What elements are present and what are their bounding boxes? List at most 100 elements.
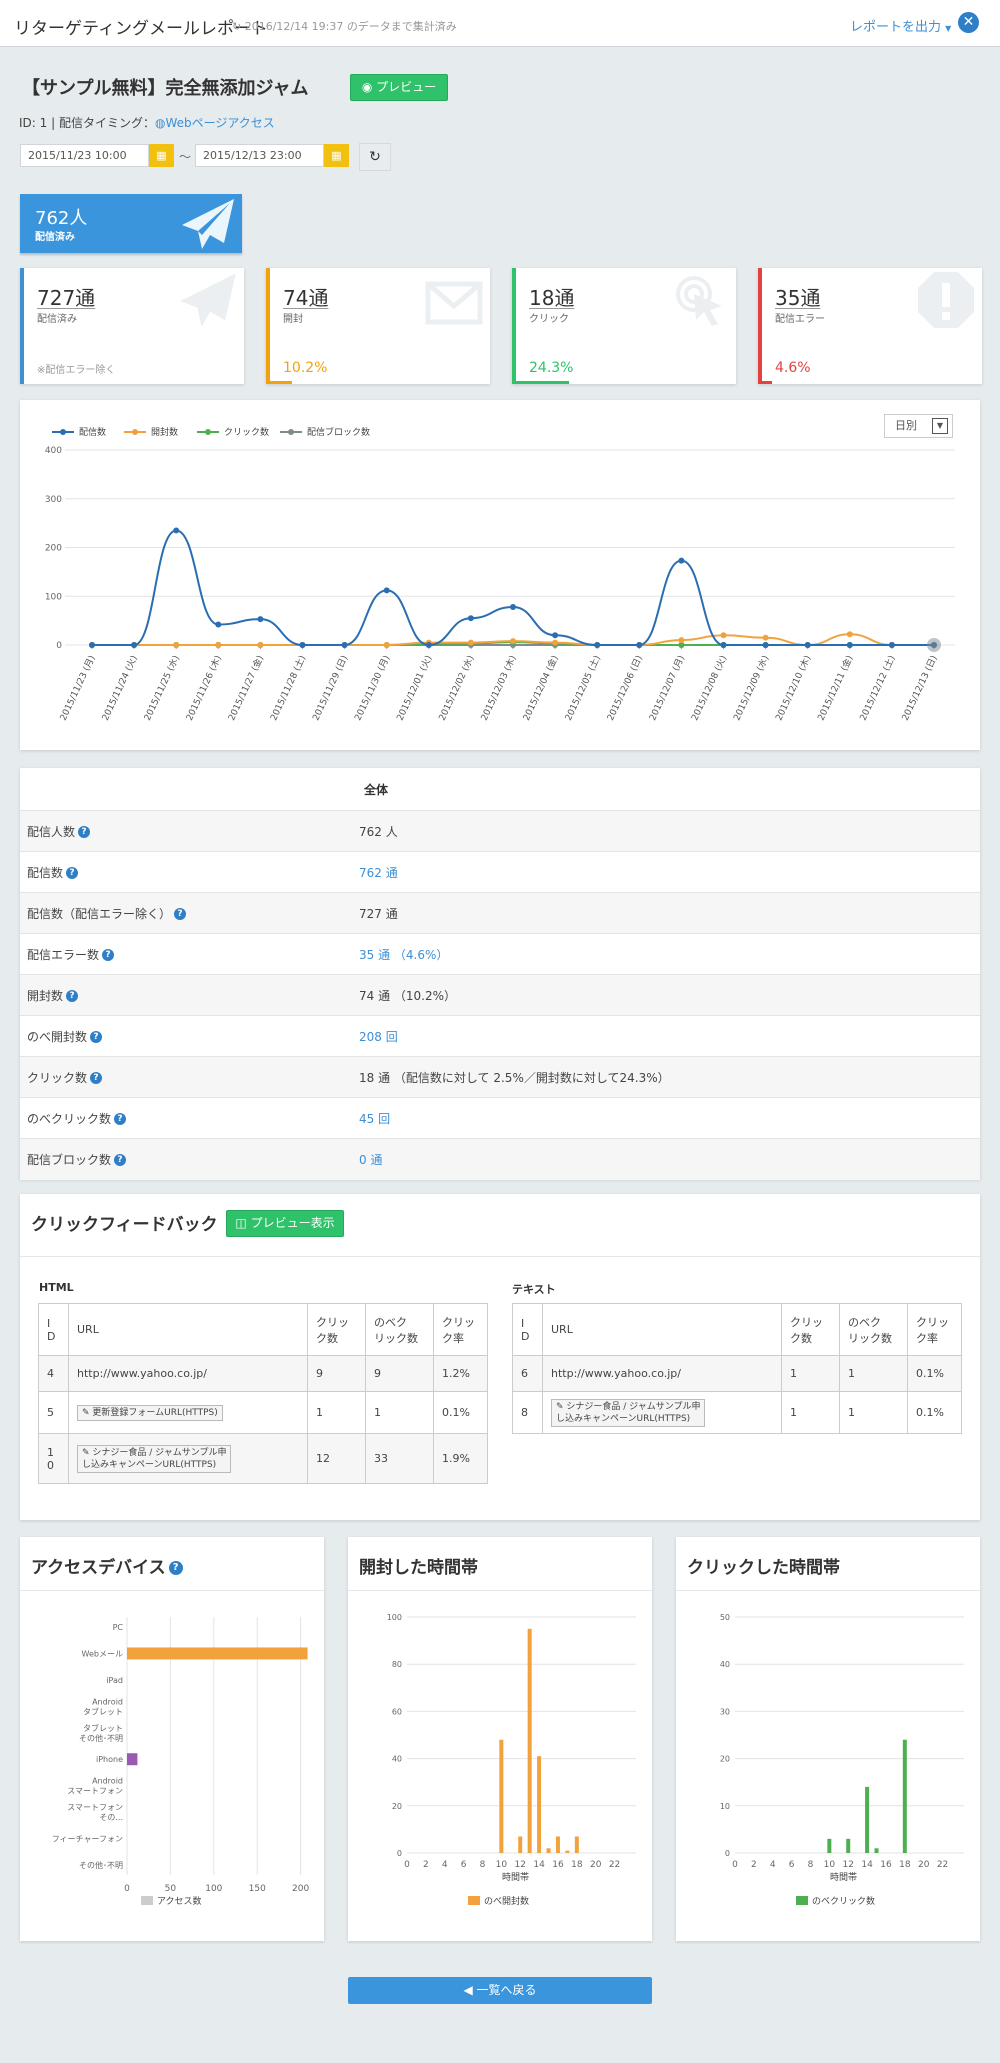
back-to-list-button[interactable]: ◀ 一覧へ戻る [348,1977,652,2004]
table-cell[interactable]: ✎ 更新登録フォームURL(HTTPS) [68,1391,308,1434]
x-tick-label: 2015/11/23 (月) [58,654,98,723]
table-cell[interactable]: ✎ シナジー食品 / ジャムサンプル申 し込みキャンペーンURL(HTTPS) [542,1391,782,1434]
x-tick-label: 2015/11/29 (日) [310,654,350,723]
stat-label: 配信エラー [775,314,825,325]
pencil-icon: ✎ [82,1447,93,1458]
summary-value[interactable]: 0 通 [359,1153,382,1167]
x-tick-label: 10 [496,1860,508,1870]
summary-card: 全体 配信人数? 762 人配信数? 762 通配信数（配信エラー除く）? 727 通… [20,768,980,1180]
bar [127,1647,308,1660]
summary-label-cell: 配信数? [20,851,359,893]
preview-button[interactable]: ◉ プレビュー [350,74,448,101]
timing-link[interactable]: ◍Webページアクセス [155,116,275,130]
help-icon[interactable]: ? [114,1113,127,1125]
stat-label: 開封 [283,314,303,325]
x-tick-label: 2 [423,1860,429,1870]
url-text: シナジー食品 / ジャムサンプル申 し込みキャンペーンURL(HTTPS) [82,1447,227,1470]
pencil-icon: ✎ [556,1401,567,1412]
legend-swatch [796,1896,808,1905]
y-tick-label: 0 [725,1849,730,1858]
date-from-input[interactable]: 2015/11/23 10:00 [20,144,149,167]
table-cell: http://www.yahoo.co.jp/ [542,1355,782,1392]
help-icon[interactable]: ? [78,826,91,838]
help-icon[interactable]: ? [90,1072,103,1084]
summary-value: 762 人 [359,824,398,839]
x-tick-label: 8 [808,1860,814,1870]
legend-label: 開封数 [151,426,178,438]
url-tag[interactable]: ✎ 更新登録フォームURL(HTTPS) [77,1404,223,1421]
y-tick-label: Webメール [82,1649,123,1658]
legend-marker [60,429,66,435]
data-point [888,642,895,648]
table-cell: 0.1% [907,1355,962,1392]
last-updated: ↻ 2016/12/14 19:37 のデータまで集計済み [232,18,457,34]
export-report-button[interactable]: レポートを出力 ▼ [850,16,951,35]
x-tick-label: 2 [751,1860,757,1870]
data-point [89,642,95,648]
help-icon[interactable]: ? [114,1154,127,1167]
data-point [173,527,180,534]
stat-value: 727通 [37,286,96,310]
x-tick-label: 8 [480,1860,486,1870]
y-tick-label: 50 [720,1613,730,1622]
x-tick-label: 20 [918,1860,930,1870]
bar [527,1628,532,1853]
table-cell: 5 [38,1391,69,1434]
preview-label: プレビュー [376,80,437,94]
x-tick-label: 12 [842,1860,853,1870]
help-icon[interactable]: ? [174,908,187,920]
table-row: 6 http://www.yahoo.co.jp/1 1 0.1% [512,1355,962,1392]
y-tick-label: 0 [56,641,62,651]
summary-row: のべ開封数? 208 回 [20,1015,980,1057]
data-point [720,642,727,648]
summary-label: 配信数 [27,865,64,880]
date-to-input[interactable]: 2015/12/13 23:00 [195,144,324,167]
url-tag[interactable]: ✎ シナジー食品 / ジャムサンプル申 し込みキャンペーンURL(HTTPS) [77,1444,232,1473]
summary-value[interactable]: 208 回 [359,1030,398,1044]
summary-label: 配信エラー数 [27,947,100,962]
table-cell: 1.2% [433,1355,488,1392]
calendar-icon[interactable]: ▦ [324,144,349,167]
table-cell: 1 0 [38,1433,69,1484]
help-icon[interactable]: ? [66,867,79,879]
summary-value-cell: 45 回 [359,1097,980,1139]
summary-row: クリック数? 18 通 （配信数に対して 2.5%／開封数に対して24.3%） [20,1056,980,1098]
column-header: URL [68,1303,308,1356]
data-point [215,642,222,648]
table-row: 8 ✎ シナジー食品 / ジャムサンプル申 し込みキャンペーンURL(HTTPS)… [512,1391,962,1434]
table-cell: 1 [839,1355,908,1392]
summary-value[interactable]: 45 回 [359,1112,390,1126]
help-icon[interactable]: ? [102,949,115,961]
html-click-table: I D URL クリッ ク数 のベク リック数 クリッ ク率 4 http://www.ya… [38,1303,488,1484]
close-icon[interactable]: ✕ [958,12,979,33]
bar [518,1836,523,1853]
top-header: リターゲティングメールレポート ↻ 2016/12/14 19:37 のデータま… [0,0,1000,47]
y-tick-label: iPhone [96,1755,123,1764]
help-icon[interactable]: ? [66,990,79,1002]
preview-display-button[interactable]: ◫ プレビュー表示 [226,1210,344,1237]
summary-value[interactable]: 35 通 （4.6%） [359,948,448,962]
table-cell[interactable]: ✎ シナジー食品 / ジャムサンプル申 し込みキャンペーンURL(HTTPS) [68,1433,308,1484]
x-tick-label: 6 [461,1860,467,1870]
summary-value-cell: 74 通 （10.2%） [359,974,980,1016]
refresh-button[interactable]: ↻ [359,143,391,171]
calendar-icon[interactable]: ▦ [149,144,174,167]
text-click-table: I D URL クリッ ク数 のベク リック数 クリッ ク率 6 http://www.ya… [512,1303,962,1434]
help-icon[interactable]: ? [90,1031,103,1043]
y-tick-label: Android [92,1777,123,1786]
x-tick-label: 16 [552,1860,564,1870]
data-point [846,631,853,638]
stat-value: 18通 [529,286,575,310]
data-point [341,642,348,648]
table-cell: 8 [512,1391,543,1434]
stat-note: ※配信エラー除く [37,365,116,376]
y-tick-label: タブレット [83,1706,123,1716]
x-tick-label: 18 [899,1860,911,1870]
summary-value: 74 通 （10.2%） [359,988,457,1003]
data-point [173,642,180,648]
x-tick-label: 2015/11/26 (木) [183,653,224,722]
url-tag[interactable]: ✎ シナジー食品 / ジャムサンプル申 し込みキャンペーンURL(HTTPS) [551,1398,706,1427]
legend-label: アクセス数 [157,1895,202,1907]
summary-value[interactable]: 762 通 [359,866,398,880]
x-tick-label: 0 [124,1884,130,1894]
